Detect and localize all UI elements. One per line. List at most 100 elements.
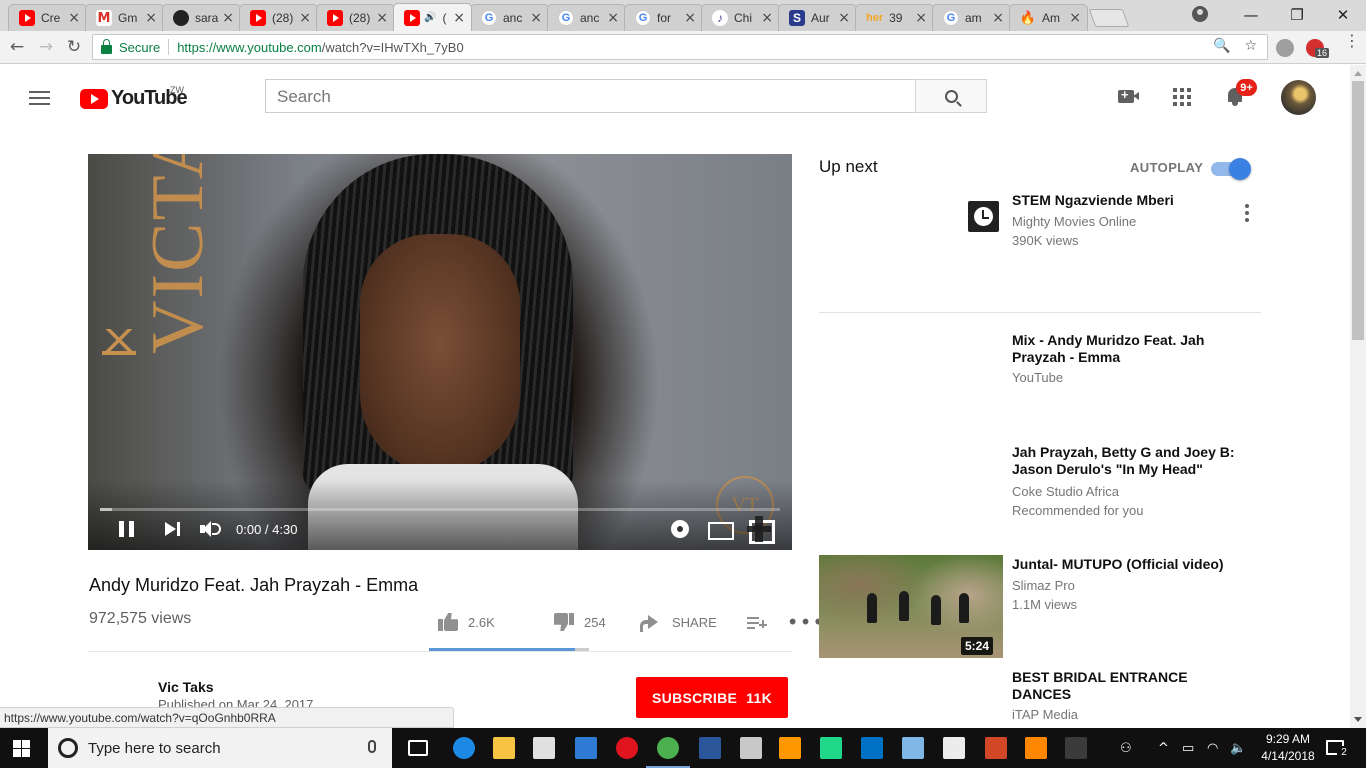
- scroll-up-arrow-icon[interactable]: [1354, 71, 1362, 76]
- avatar[interactable]: [1281, 80, 1316, 115]
- dislike-count[interactable]: 254: [584, 615, 614, 630]
- browser-tab[interactable]: sara ×: [162, 4, 241, 31]
- address-bar[interactable]: Secure https://www.youtube.com/watch?v=I…: [92, 34, 1268, 60]
- theater-mode-icon[interactable]: [708, 518, 734, 540]
- browser-tab[interactable]: 🔥 Am ×: [1009, 4, 1088, 31]
- browser-tab[interactable]: Ganc ×: [547, 4, 626, 31]
- chrome-icon[interactable]: [646, 734, 690, 768]
- microphone-icon[interactable]: [368, 740, 376, 753]
- volume-icon[interactable]: [200, 518, 222, 540]
- file-explorer-icon[interactable]: [490, 734, 518, 762]
- share-button[interactable]: SHARE: [672, 615, 717, 630]
- taskbar-clock-time[interactable]: 9:29 AM: [1258, 732, 1318, 746]
- close-window-button[interactable]: ✕: [1320, 0, 1366, 30]
- next-video-icon[interactable]: [165, 518, 181, 540]
- like-icon[interactable]: [438, 613, 458, 631]
- bookmark-star-icon[interactable]: ☆: [1244, 38, 1257, 54]
- extension-icon[interactable]: [1276, 39, 1294, 57]
- tab-close-icon[interactable]: ×: [838, 10, 850, 26]
- back-button[interactable]: ←: [6, 36, 28, 58]
- recommendation-item[interactable]: STEM Ngazviende Mberi Mighty Movies Onli…: [819, 190, 1261, 300]
- sublime-icon[interactable]: [776, 734, 804, 762]
- tab-close-icon[interactable]: ×: [145, 10, 157, 26]
- browser-tab[interactable]: M Gm ×: [85, 4, 164, 31]
- browser-tab[interactable]: (28) ×: [316, 4, 395, 31]
- video-thumbnail[interactable]: [819, 442, 1003, 545]
- search-input[interactable]: Search: [265, 79, 916, 113]
- tab-close-icon[interactable]: ×: [1069, 10, 1081, 26]
- windows-start-icon[interactable]: [13, 740, 30, 757]
- recommendation-item[interactable]: Mix - Andy Muridzo Feat. Jah Prayzah - E…: [819, 330, 1261, 433]
- pause-icon[interactable]: [119, 518, 135, 540]
- extension-icon-red[interactable]: 16: [1306, 39, 1330, 58]
- recommendation-item[interactable]: 5:24 Juntal- MUTUPO (Official video) Sli…: [819, 555, 1261, 658]
- subscribe-button[interactable]: SUBSCRIBE 11K: [636, 677, 788, 718]
- reload-button[interactable]: ↻: [63, 36, 85, 58]
- recommendation-item[interactable]: BEST BRIDAL ENTRANCE DANCES iTAP Media: [819, 668, 1261, 728]
- recommendation-title[interactable]: BEST BRIDAL ENTRANCE DANCES: [1012, 669, 1242, 703]
- tray-chevron-icon[interactable]: ^: [1158, 728, 1169, 768]
- tab-close-icon[interactable]: ×: [915, 10, 927, 26]
- word-icon[interactable]: [696, 734, 724, 762]
- photos-icon[interactable]: [940, 734, 968, 762]
- browser-tab[interactable]: Gfor ×: [624, 4, 703, 31]
- tab-close-icon[interactable]: ×: [299, 10, 311, 26]
- pycharm-icon[interactable]: [817, 734, 845, 762]
- tab-close-icon[interactable]: ×: [222, 10, 234, 26]
- more-options-icon[interactable]: [1245, 204, 1249, 222]
- taskbar-search-input[interactable]: Type here to search: [48, 728, 392, 768]
- recommendation-title[interactable]: STEM Ngazviende Mberi: [1012, 192, 1242, 209]
- edge-icon[interactable]: [450, 734, 478, 762]
- wifi-icon[interactable]: ◠: [1207, 728, 1218, 768]
- tab-close-icon[interactable]: ×: [684, 10, 696, 26]
- scroll-thumb[interactable]: [1352, 81, 1364, 340]
- task-view-icon[interactable]: [404, 734, 432, 762]
- hamburger-menu-icon[interactable]: [29, 91, 50, 105]
- recommendation-title[interactable]: Mix - Andy Muridzo Feat. Jah Prayzah - E…: [1012, 332, 1242, 366]
- browser-tab[interactable]: ♪ Chi ×: [701, 4, 780, 31]
- opera-icon[interactable]: [613, 734, 641, 762]
- browser-tab[interactable]: S Aur ×: [778, 4, 857, 31]
- minimize-button[interactable]: —: [1228, 0, 1274, 30]
- browser-tab[interactable]: Ganc ×: [470, 4, 549, 31]
- forward-button[interactable]: →: [35, 36, 57, 58]
- notepad-icon[interactable]: [899, 734, 927, 762]
- cortana-icon[interactable]: [58, 738, 78, 758]
- recommendation-item[interactable]: Jah Prayzah, Betty G and Joey B: Jason D…: [819, 442, 1261, 545]
- tab-close-icon[interactable]: ×: [607, 10, 619, 26]
- settings-gear-icon[interactable]: [670, 518, 690, 540]
- maximize-button[interactable]: ❐: [1274, 0, 1320, 30]
- browser-profile-icon[interactable]: [1192, 6, 1208, 22]
- video-thumbnail[interactable]: [819, 668, 1003, 728]
- mail-icon[interactable]: [530, 734, 558, 762]
- tab-close-icon[interactable]: ×: [530, 10, 542, 26]
- tab-close-icon[interactable]: ×: [376, 10, 388, 26]
- watch-later-clock-icon[interactable]: [968, 201, 999, 232]
- browser-tab[interactable]: her 39 ×: [855, 4, 934, 31]
- vlc-icon[interactable]: [1022, 734, 1050, 762]
- outlook-icon[interactable]: [858, 734, 886, 762]
- recommendation-title[interactable]: Jah Prayzah, Betty G and Joey B: Jason D…: [1012, 444, 1242, 478]
- terminal-icon[interactable]: [1062, 734, 1090, 762]
- tab-close-icon[interactable]: ×: [992, 10, 1004, 26]
- scroll-down-arrow-icon[interactable]: [1354, 717, 1362, 722]
- video-thumbnail[interactable]: 5:24: [819, 555, 1003, 658]
- app-blue-icon[interactable]: [572, 734, 600, 762]
- browser-tab[interactable]: Gam ×: [932, 4, 1011, 31]
- powerpoint-icon[interactable]: [982, 734, 1010, 762]
- audio-playing-icon[interactable]: 🔊: [424, 12, 436, 23]
- taskbar-clock-date[interactable]: 4/14/2018: [1256, 749, 1320, 763]
- tab-close-icon[interactable]: ×: [68, 10, 80, 26]
- apps-grid-icon[interactable]: [1173, 88, 1191, 106]
- add-to-playlist-icon[interactable]: [746, 615, 767, 629]
- browser-tab[interactable]: Cre ×: [8, 4, 87, 31]
- browser-menu-icon[interactable]: ⋮: [1344, 33, 1360, 49]
- people-icon[interactable]: ⚇: [1120, 728, 1132, 768]
- share-icon[interactable]: [640, 615, 658, 632]
- battery-icon[interactable]: ▭: [1182, 728, 1194, 768]
- page-scrollbar[interactable]: [1350, 65, 1366, 728]
- tab-close-icon[interactable]: ×: [453, 10, 465, 26]
- like-count[interactable]: 2.6K: [468, 615, 512, 630]
- search-button[interactable]: [915, 79, 987, 113]
- paint-icon[interactable]: [737, 734, 765, 762]
